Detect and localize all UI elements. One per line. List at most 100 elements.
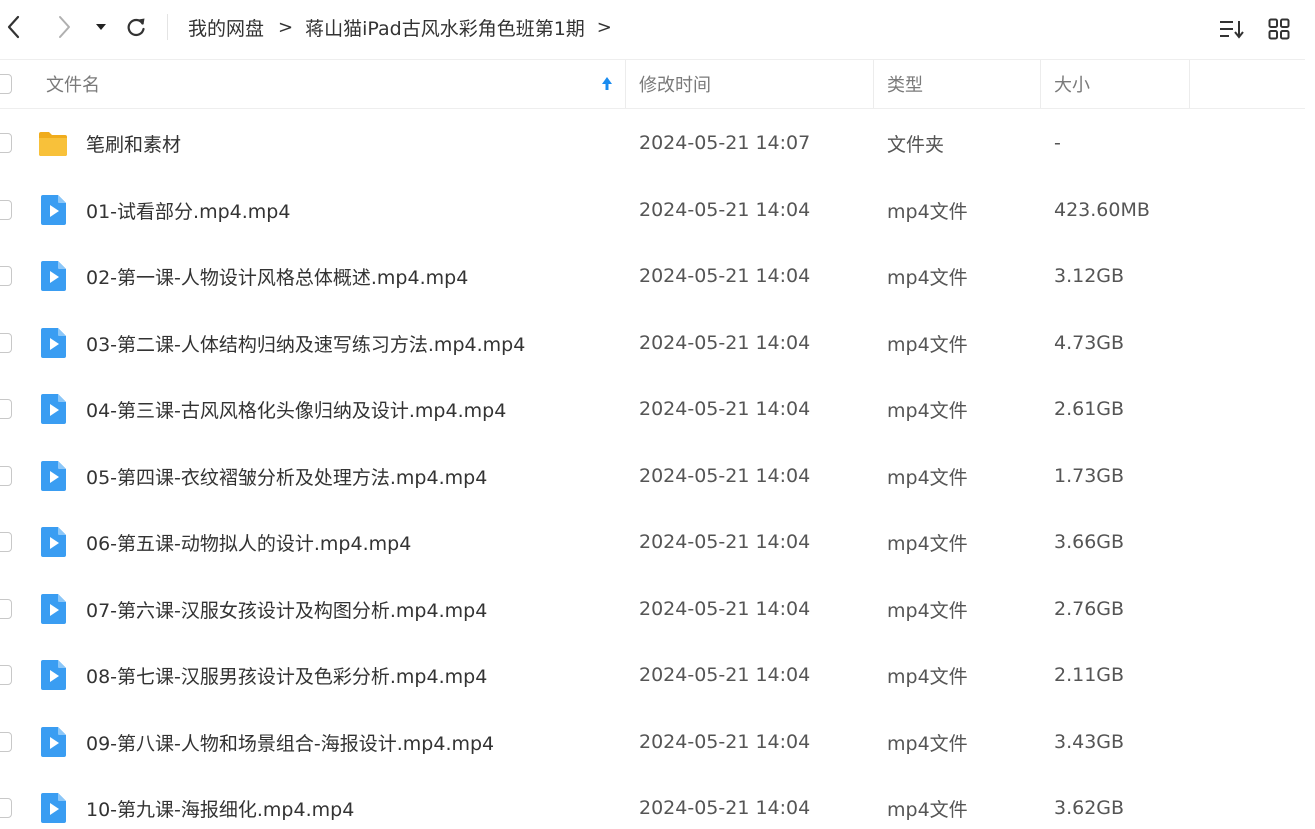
file-size: 3.43GB (1054, 731, 1125, 753)
breadcrumb-root[interactable]: 我的网盘 (188, 14, 264, 41)
file-name[interactable]: 笔刷和素材 (86, 110, 181, 176)
file-name[interactable]: 06-第五课-动物拟人的设计.mp4.mp4 (86, 509, 411, 575)
table-row[interactable]: 06-第五课-动物拟人的设计.mp4.mp4 2024-05-21 14:04 mp… (0, 509, 1305, 575)
back-button[interactable] (0, 10, 26, 44)
modified-time: 2024-05-21 14:04 (639, 199, 811, 221)
row-checkbox[interactable] (0, 200, 12, 220)
modified-time: 2024-05-21 14:04 (639, 598, 811, 620)
refresh-button[interactable] (122, 10, 150, 44)
grid-view-button[interactable] (1266, 16, 1292, 42)
row-checkbox[interactable] (0, 266, 12, 286)
file-name[interactable]: 01-试看部分.mp4.mp4 (86, 177, 290, 243)
file-name[interactable]: 04-第三课-古风风格化头像归纳及设计.mp4.mp4 (86, 376, 506, 442)
column-header-size[interactable]: 大小 (1054, 60, 1090, 108)
file-name[interactable]: 09-第八课-人物和场景组合-海报设计.mp4.mp4 (86, 709, 494, 775)
file-name[interactable]: 10-第九课-海报细化.mp4.mp4 (86, 775, 354, 829)
table-row[interactable]: 03-第二课-人体结构归纳及速写练习方法.mp4.mp4 2024-05-21 1… (0, 310, 1305, 376)
select-all-checkbox[interactable] (0, 74, 12, 94)
file-type: mp4文件 (887, 798, 968, 821)
forward-button[interactable] (52, 10, 78, 44)
file-name[interactable]: 07-第六课-汉服女孩设计及构图分析.mp4.mp4 (86, 576, 487, 642)
file-size: 3.62GB (1054, 797, 1125, 819)
refresh-icon (127, 18, 145, 37)
row-checkbox[interactable] (0, 399, 12, 419)
row-checkbox[interactable] (0, 665, 12, 685)
chevron-left-icon (7, 15, 20, 39)
column-divider[interactable] (625, 60, 626, 108)
breadcrumb-separator: > (278, 16, 294, 38)
video-file-icon (37, 393, 69, 425)
table-row[interactable]: 04-第三课-古风风格化头像归纳及设计.mp4.mp4 2024-05-21 14… (0, 376, 1305, 442)
table-row[interactable]: 05-第四课-衣纹褶皱分析及处理方法.mp4.mp4 2024-05-21 14:… (0, 443, 1305, 509)
row-checkbox[interactable] (0, 798, 12, 818)
file-name[interactable]: 02-第一课-人物设计风格总体概述.mp4.mp4 (86, 243, 468, 309)
table-row[interactable]: 笔刷和素材 2024-05-21 14:07 文件夹 - (0, 110, 1305, 176)
history-dropdown-button[interactable] (92, 10, 110, 44)
modified-time: 2024-05-21 14:04 (639, 664, 811, 686)
video-file-icon (37, 194, 69, 226)
breadcrumb-current[interactable]: 蒋山猫iPad古风水彩角色班第1期 (305, 14, 585, 41)
column-header-type-label: 类型 (887, 75, 923, 96)
column-header-name[interactable]: 文件名 (46, 60, 626, 108)
column-header-name-label: 文件名 (46, 75, 100, 96)
column-divider[interactable] (873, 60, 874, 108)
modified-time: 2024-05-21 14:04 (639, 465, 811, 487)
file-size: 3.12GB (1054, 265, 1125, 287)
grid-view-icon (1268, 18, 1290, 40)
video-file-icon (37, 593, 69, 625)
row-checkbox[interactable] (0, 133, 12, 153)
table-row[interactable]: 09-第八课-人物和场景组合-海报设计.mp4.mp4 2024-05-21 14… (0, 709, 1305, 775)
file-type: mp4文件 (887, 200, 968, 223)
column-header-type[interactable]: 类型 (887, 60, 923, 108)
column-header-size-label: 大小 (1054, 75, 1090, 96)
breadcrumb-separator[interactable]: > (597, 17, 612, 38)
file-size: 3.66GB (1054, 531, 1125, 553)
toolbar: 我的网盘 > 蒋山猫iPad古风水彩角色班第1期 > (0, 0, 1315, 56)
chevron-right-icon (59, 16, 70, 38)
video-file-icon (37, 726, 69, 758)
file-size: 2.76GB (1054, 598, 1125, 620)
row-checkbox[interactable] (0, 599, 12, 619)
modified-time: 2024-05-21 14:04 (639, 797, 811, 819)
row-checkbox[interactable] (0, 732, 12, 752)
modified-time: 2024-05-21 14:04 (639, 265, 811, 287)
modified-time: 2024-05-21 14:04 (639, 398, 811, 420)
file-type: mp4文件 (887, 399, 968, 422)
breadcrumb: 我的网盘 > 蒋山猫iPad古风水彩角色班第1期 > (188, 14, 624, 40)
sort-ascending-icon[interactable] (600, 73, 614, 95)
modified-time: 2024-05-21 14:07 (639, 132, 811, 154)
file-type: mp4文件 (887, 665, 968, 688)
table-row[interactable]: 07-第六课-汉服女孩设计及构图分析.mp4.mp4 2024-05-21 14:… (0, 576, 1305, 642)
file-size: 1.73GB (1054, 465, 1125, 487)
modified-time: 2024-05-21 14:04 (639, 332, 811, 354)
toolbar-divider (167, 14, 168, 40)
file-name[interactable]: 08-第七课-汉服男孩设计及色彩分析.mp4.mp4 (86, 642, 487, 708)
video-file-icon (37, 260, 69, 292)
file-size: 2.11GB (1054, 664, 1125, 686)
file-name[interactable]: 05-第四课-衣纹褶皱分析及处理方法.mp4.mp4 (86, 443, 487, 509)
column-header-modified-label: 修改时间 (639, 75, 711, 96)
sort-button[interactable] (1217, 16, 1247, 42)
table-row[interactable]: 08-第七课-汉服男孩设计及色彩分析.mp4.mp4 2024-05-21 14:… (0, 642, 1305, 708)
folder-icon (37, 127, 69, 159)
column-header-modified[interactable]: 修改时间 (639, 60, 711, 108)
modified-time: 2024-05-21 14:04 (639, 531, 811, 553)
caret-down-icon (96, 24, 106, 30)
table-row[interactable]: 02-第一课-人物设计风格总体概述.mp4.mp4 2024-05-21 14:0… (0, 243, 1305, 309)
table-row[interactable]: 01-试看部分.mp4.mp4 2024-05-21 14:04 mp4文件 423.… (0, 177, 1305, 243)
file-type: mp4文件 (887, 732, 968, 755)
file-size: - (1054, 132, 1061, 154)
column-divider[interactable] (1189, 60, 1190, 108)
video-file-icon (37, 792, 69, 824)
row-checkbox[interactable] (0, 333, 12, 353)
column-divider[interactable] (1040, 60, 1041, 108)
file-type: mp4文件 (887, 466, 968, 489)
file-size: 4.73GB (1054, 332, 1125, 354)
file-size: 423.60MB (1054, 199, 1150, 221)
file-type: mp4文件 (887, 532, 968, 555)
table-row[interactable]: 10-第九课-海报细化.mp4.mp4 2024-05-21 14:04 mp4文件… (0, 775, 1305, 829)
row-checkbox[interactable] (0, 466, 12, 486)
row-checkbox[interactable] (0, 532, 12, 552)
file-name[interactable]: 03-第二课-人体结构归纳及速写练习方法.mp4.mp4 (86, 310, 525, 376)
video-file-icon (37, 659, 69, 691)
